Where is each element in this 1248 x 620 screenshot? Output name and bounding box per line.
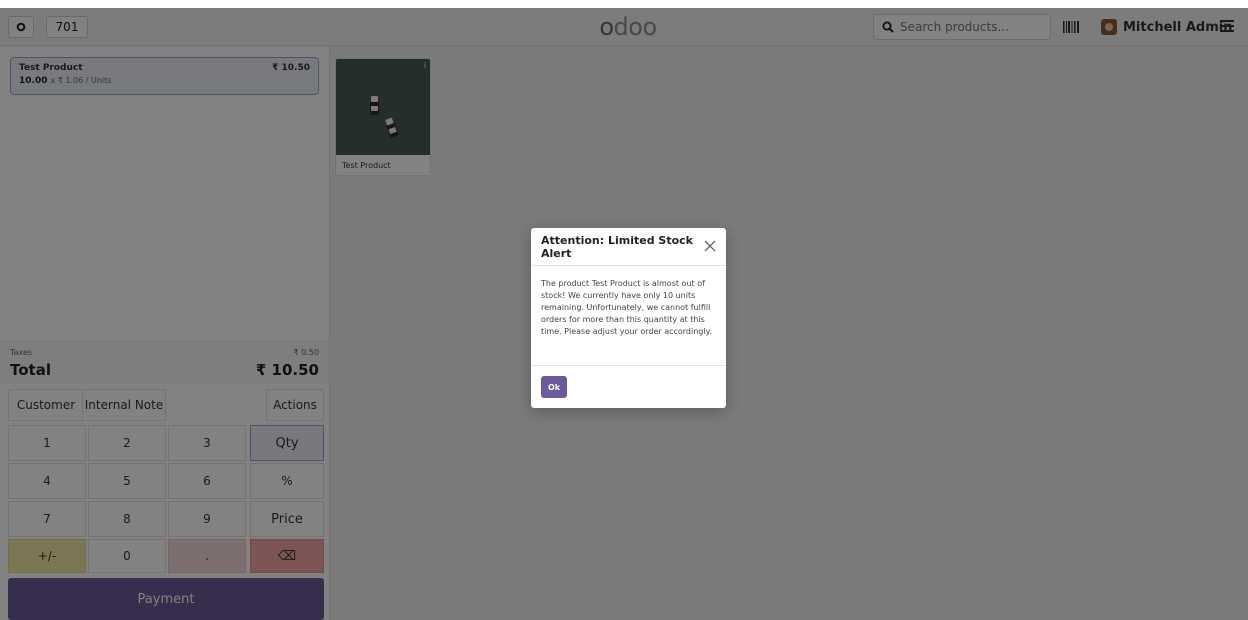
stock-alert-dialog: Attention: Limited Stock Alert The produ… xyxy=(531,228,726,408)
dialog-title: Attention: Limited Stock Alert xyxy=(541,233,693,260)
pos-app: 701 odoo Search products... Mitchell Adm… xyxy=(0,8,1248,620)
close-icon[interactable] xyxy=(703,239,717,253)
dialog-header: Attention: Limited Stock Alert xyxy=(531,228,726,266)
dialog-message: The product Test Product is almost out o… xyxy=(531,266,726,366)
ok-button[interactable]: Ok xyxy=(541,376,567,398)
